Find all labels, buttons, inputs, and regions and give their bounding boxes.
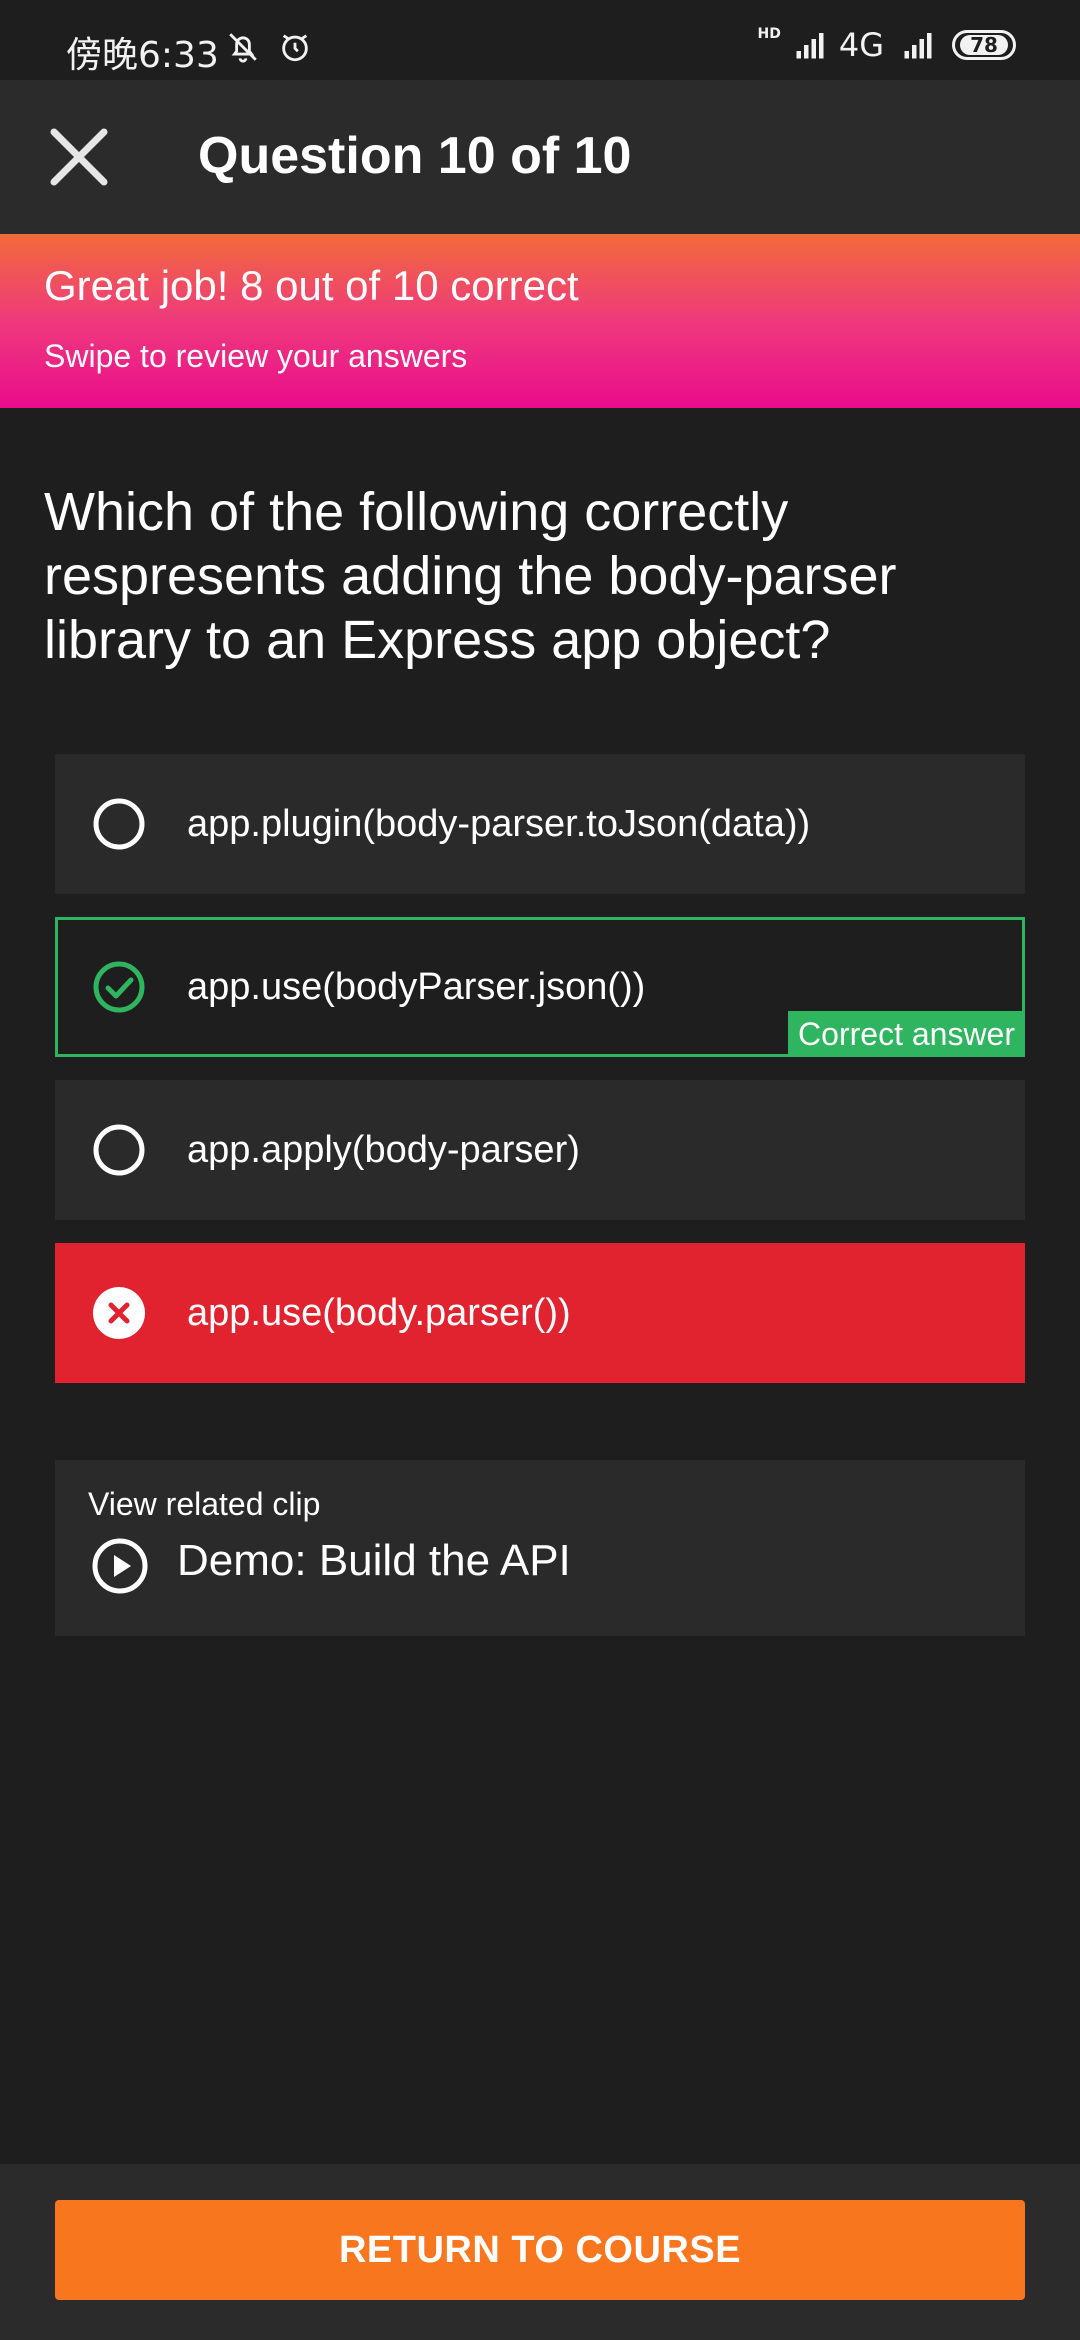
footer-bar: RETURN TO COURSE — [0, 2164, 1080, 2340]
page-title: Question 10 of 10 — [198, 127, 632, 185]
answer-option[interactable]: app.apply(body-parser) — [55, 1080, 1025, 1220]
signal-icon — [796, 33, 824, 59]
correct-answer-badge: Correct answer — [788, 1011, 1025, 1057]
answer-option-correct[interactable]: app.use(bodyParser.json()) Correct answe… — [55, 917, 1025, 1057]
status-time: 傍晚6:33 — [66, 35, 219, 76]
signal-icon — [904, 33, 932, 59]
battery-level: 78 — [970, 33, 998, 57]
status-icons-right: HD 4G 78 — [757, 26, 1016, 64]
answer-option-wrong[interactable]: app.use(body.parser()) — [55, 1243, 1025, 1383]
return-to-course-button[interactable]: RETURN TO COURSE — [55, 2200, 1025, 2300]
related-clip-title: Demo: Build the API — [177, 1536, 571, 1585]
status-bar: 傍晚6:33 HD 4G 78 — [0, 0, 1080, 80]
answer-option-label: app.use(bodyParser.json()) — [187, 965, 646, 1008]
status-icons-left — [226, 30, 312, 64]
answer-option[interactable]: app.plugin(body-parser.toJson(data)) — [55, 754, 1025, 894]
review-hint: Swipe to review your answers — [44, 338, 468, 374]
battery-icon: 78 — [952, 30, 1016, 60]
result-banner[interactable]: Great job! 8 out of 10 correct Swipe to … — [0, 234, 1080, 408]
radio-unselected-icon — [93, 798, 145, 850]
radio-unselected-icon — [93, 1124, 145, 1176]
score-summary: Great job! 8 out of 10 correct — [44, 262, 579, 309]
play-circle-icon — [92, 1538, 148, 1594]
check-circle-icon — [93, 961, 145, 1013]
alarm-icon — [282, 34, 308, 62]
related-clip-card[interactable]: View related clip Demo: Build the API — [55, 1460, 1025, 1636]
answer-option-label: app.use(body.parser()) — [187, 1291, 571, 1334]
network-type: 4G — [838, 26, 884, 64]
bell-off-icon — [229, 33, 257, 63]
related-clip-label: View related clip — [88, 1486, 321, 1522]
x-circle-icon — [93, 1287, 145, 1339]
hd-badge: HD — [757, 26, 781, 42]
close-icon[interactable] — [44, 122, 114, 192]
answer-option-label: app.plugin(body-parser.toJson(data)) — [187, 802, 811, 845]
quiz-header: Question 10 of 10 — [0, 80, 1080, 234]
question-text: Which of the following correctly respres… — [44, 482, 897, 670]
answer-option-label: app.apply(body-parser) — [187, 1128, 580, 1171]
